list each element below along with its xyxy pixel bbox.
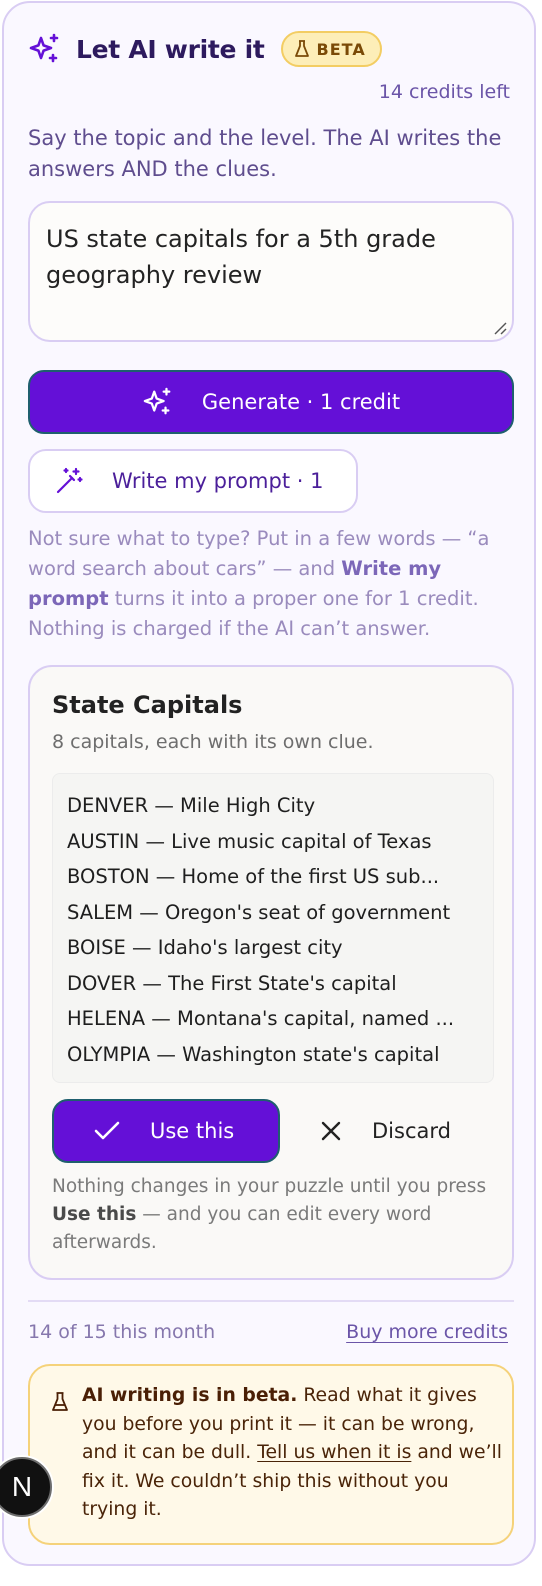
divider xyxy=(28,1300,514,1302)
intro-text: Say the topic and the level. The AI writ… xyxy=(28,126,502,181)
discard-button-label: Discard xyxy=(372,1119,451,1143)
list-item: BOISE — Idaho's largest city xyxy=(67,936,343,959)
check-icon xyxy=(94,1121,120,1140)
use-this-button-label: Use this xyxy=(150,1119,235,1143)
discard-button[interactable]: Discard xyxy=(320,1099,451,1163)
beta-badge: BETA xyxy=(280,31,382,67)
credits-left: 14 credits left xyxy=(378,81,510,103)
beta-notice-text: AI writing is in beta. Read what it give… xyxy=(82,1382,502,1525)
sparkles-icon xyxy=(29,33,59,63)
note-text: Nothing changes in your puzzle until you… xyxy=(52,1176,487,1197)
prompt-value: US state capitals for a 5th grade geogra… xyxy=(46,225,436,289)
generate-button-label: Generate · 1 credit xyxy=(201,390,401,414)
prompt-textarea[interactable]: US state capitals for a 5th grade geogra… xyxy=(28,201,514,342)
beta-notice-bold: AI writing is in beta. xyxy=(82,1385,298,1406)
result-title: State Capitals xyxy=(52,691,243,719)
result-subtitle: 8 capitals, each with its own clue. xyxy=(52,731,374,753)
flask-icon xyxy=(294,40,309,57)
list-item: DOVER — The First State's capital xyxy=(67,971,397,995)
use-this-button[interactable]: Use this xyxy=(52,1099,280,1163)
list-item: BOSTON — Home of the first US sub... xyxy=(67,865,440,888)
beta-badge-label: BETA xyxy=(316,39,366,59)
flask-icon xyxy=(52,1392,68,1411)
ai-write-panel: Let AI write it BETA 14 credits left Say… xyxy=(0,1,536,1566)
list-item: HELENA — Montana's capital, named ... xyxy=(67,1007,455,1030)
monthly-usage: 14 of 15 this month xyxy=(28,1321,216,1343)
list-item: SALEM — Oregon's seat of government xyxy=(67,900,451,924)
panel-header: Let AI write it BETA xyxy=(28,29,382,69)
beta-notice: AI writing is in beta. Read what it give… xyxy=(28,1364,514,1545)
panel-title: Let AI write it xyxy=(76,34,265,64)
buy-credits-link[interactable]: Buy more credits xyxy=(346,1321,508,1343)
result-note: Nothing changes in your puzzle until you… xyxy=(52,1173,492,1257)
write-prompt-button-label: Write my prompt · 1 xyxy=(112,469,324,493)
result-card: State Capitals 8 capitals, each with its… xyxy=(28,665,514,1280)
feedback-link[interactable]: Tell us when it is xyxy=(257,1442,411,1463)
list-item: AUSTIN — Live music capital of Texas xyxy=(67,829,432,853)
resize-grip-icon[interactable] xyxy=(492,320,508,336)
write-prompt-button[interactable]: Write my prompt · 1 xyxy=(28,449,358,513)
list-item: DENVER — Mile High City xyxy=(67,794,316,817)
generate-button[interactable]: Generate · 1 credit xyxy=(28,370,514,434)
prompt-hint: Not sure what to type? Put in a few word… xyxy=(28,524,518,644)
note-bold: Use this xyxy=(52,1204,137,1225)
magic-wand-icon xyxy=(56,467,83,494)
list-item: OLYMPIA — Washington state's capital xyxy=(67,1042,440,1066)
result-word-list: DENVER — Mile High City AUSTIN — Live mu… xyxy=(52,773,494,1083)
sparkles-icon xyxy=(143,387,171,415)
close-icon xyxy=(321,1121,341,1141)
